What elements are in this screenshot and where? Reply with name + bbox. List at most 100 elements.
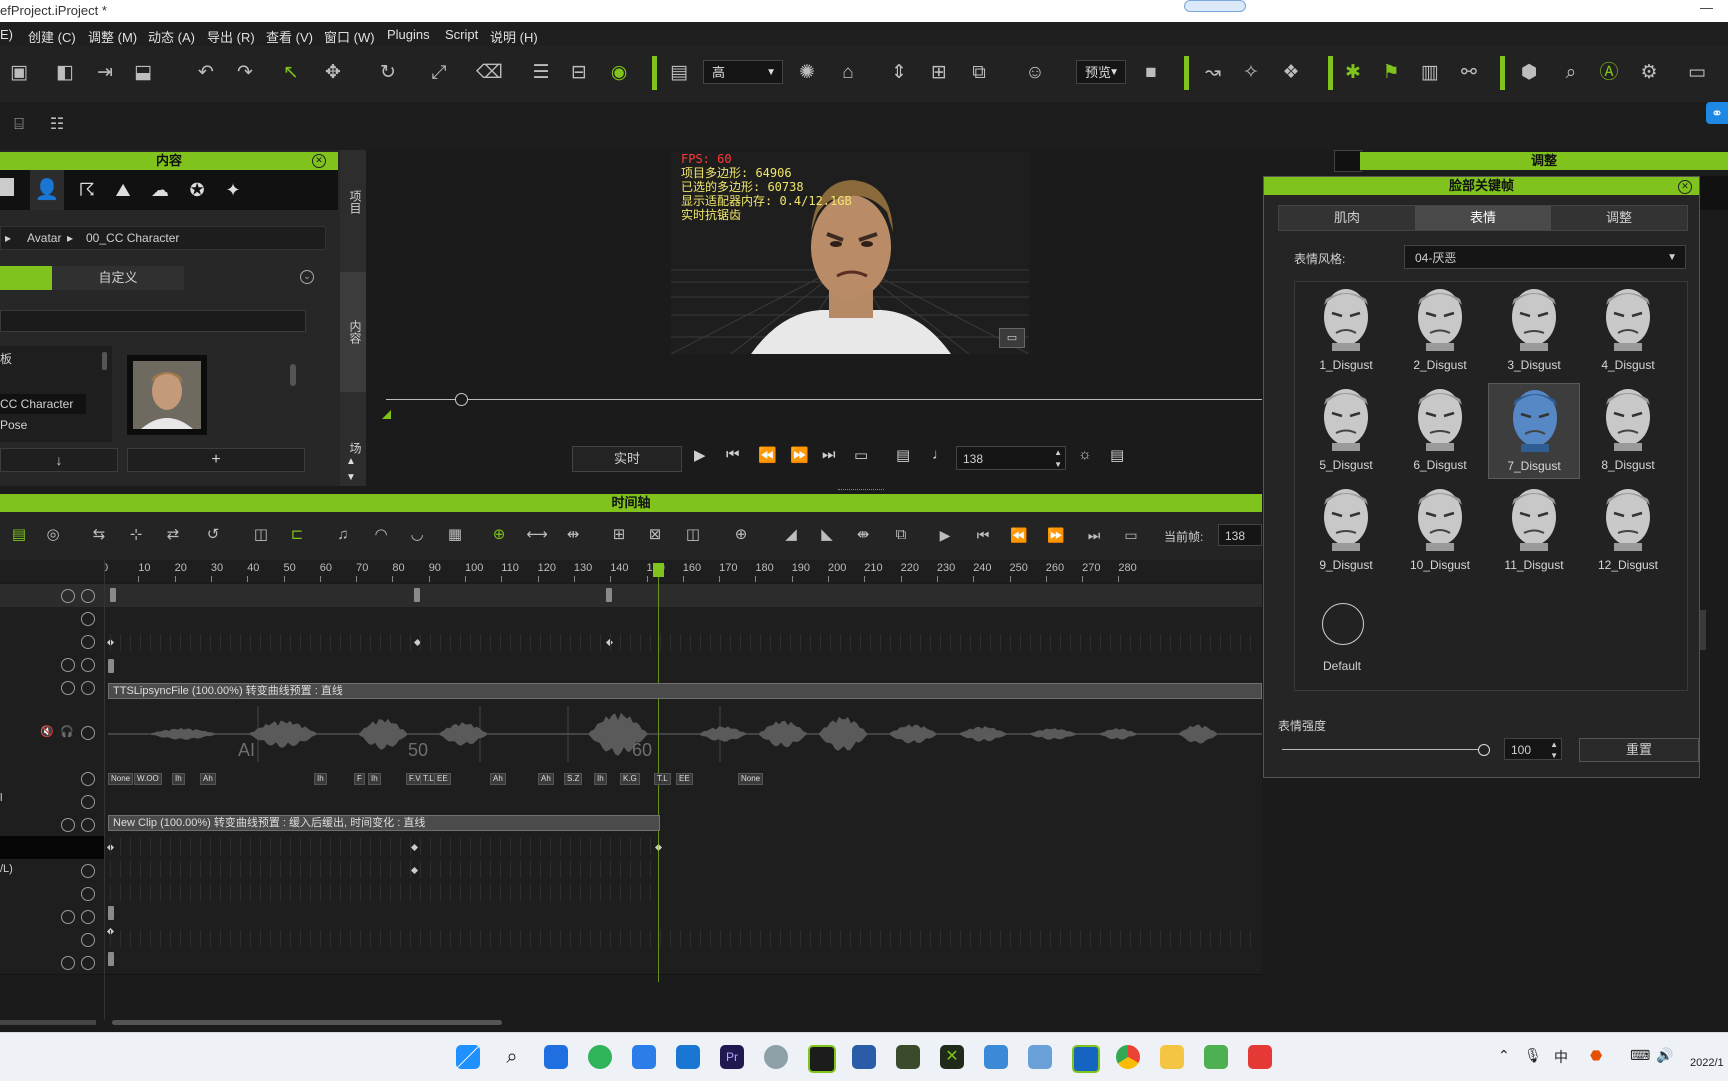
camera-switch-icon[interactable]: ⧉ (966, 60, 992, 86)
distribute-icon[interactable]: ⊟ (566, 60, 592, 86)
scene-category-icon[interactable]: ⛰ (108, 170, 138, 210)
tray-app-icon[interactable]: ⬣ (1590, 1047, 1602, 1064)
tab-project[interactable]: 项目 (342, 190, 364, 214)
range-fit-icon[interactable]: ⇼ (850, 522, 876, 548)
3d-viewport[interactable]: FPS: 60 项目多边形: 64906 已选的多边形: 60738 显示适配器… (671, 152, 1029, 354)
ime-indicator[interactable]: 中 (1554, 1047, 1568, 1067)
comment-icon[interactable]: ▭ (999, 328, 1025, 348)
play-icon[interactable]: ▶ (694, 446, 706, 464)
tab-adjust[interactable]: 调整 (1551, 206, 1687, 230)
viseme-label[interactable]: Ih (368, 773, 381, 785)
light-icon[interactable]: ✺ (794, 60, 820, 86)
eye-icon[interactable]: ◉ (606, 60, 632, 86)
zoom-icon[interactable]: ⌕ (1558, 60, 1584, 86)
scroll-down-icon[interactable]: ▼ (346, 472, 356, 483)
expand-icon[interactable] (61, 956, 75, 970)
viseme-label[interactable]: None (738, 773, 764, 785)
menu-modify[interactable]: 调整 (M) (88, 27, 137, 46)
task-view-icon[interactable] (544, 1045, 568, 1069)
expand-icon[interactable] (61, 818, 75, 832)
split-icon[interactable]: ◫ (680, 522, 706, 548)
viseme-label[interactable]: Ih (172, 773, 185, 785)
strength-input[interactable]: 100 ▲ ▼ (1504, 738, 1562, 760)
track-lane[interactable] (104, 905, 1263, 928)
viseme-label[interactable]: Ah (490, 773, 506, 785)
tree-item-selected[interactable]: CC Character (0, 394, 86, 414)
strength-slider-handle[interactable] (1478, 744, 1490, 756)
quality-select[interactable]: 高 ▼ (703, 60, 783, 84)
lips-edit-icon[interactable]: ◡ (404, 522, 430, 548)
character-thumbnail[interactable] (127, 355, 207, 435)
flag-icon[interactable]: ⚑ (1378, 60, 1404, 86)
shield-icon[interactable]: ⬢ (1516, 60, 1542, 86)
preview-select[interactable]: 预览 ▼ (1076, 60, 1126, 84)
clipboard-icon[interactable]: ▥ (1417, 60, 1443, 86)
rotate-icon[interactable]: ↻ (375, 60, 401, 86)
viseme-label[interactable]: Ih (314, 773, 327, 785)
frame-selected-icon[interactable]: ⊞ (926, 60, 952, 86)
key-right-icon[interactable]: ◣ (814, 522, 840, 548)
close-icon[interactable]: ✕ (1678, 180, 1692, 194)
prop-category-icon[interactable]: ☁ (145, 170, 175, 210)
motion-path-icon[interactable]: ↝ (1200, 60, 1226, 86)
time-slider-track[interactable] (386, 399, 1262, 400)
new-clip-bar[interactable]: New Clip (100.00%) 转变曲线预置 : 缓入后缓出, 时间变化 … (108, 815, 660, 831)
video-camera-icon[interactable]: ■ (1138, 60, 1164, 86)
timeline-v-scrollbar[interactable] (1700, 610, 1706, 650)
remove-track-icon[interactable] (81, 658, 95, 672)
panel-toggle[interactable] (1334, 150, 1362, 172)
add-key-icon[interactable]: ⊹ (123, 522, 149, 548)
track-list-scrollbar[interactable] (0, 1020, 96, 1025)
audio-waveform[interactable]: AI 50 60 (108, 706, 1262, 762)
tab-expression[interactable]: 表情 (1415, 206, 1551, 230)
app-icon[interactable] (1248, 1045, 1272, 1069)
tray-chevron-up-icon[interactable]: ⌃ (1498, 1047, 1510, 1064)
frame-input[interactable]: 138 ▲ ▼ (956, 446, 1066, 470)
keyframe-marker[interactable] (108, 952, 114, 966)
tl-step-back-icon[interactable]: ⏪ (1006, 522, 1032, 548)
track-lane[interactable] (104, 653, 1263, 676)
swap-icon[interactable]: ⇄ (160, 522, 186, 548)
app-icon[interactable] (1072, 1045, 1100, 1073)
search-pill[interactable] (1184, 0, 1246, 12)
expand-icon[interactable] (61, 658, 75, 672)
app-icon[interactable] (852, 1045, 876, 1069)
home-icon[interactable]: ⌂ (835, 60, 861, 86)
app-icon[interactable]: ✕ (940, 1045, 964, 1069)
app-icon[interactable] (1204, 1045, 1228, 1069)
fit-height-icon[interactable]: ⇕ (886, 60, 912, 86)
skip-end-icon[interactable]: ⏭ (822, 446, 836, 463)
network-icon[interactable]: ⌨ (1630, 1047, 1650, 1064)
remove-track-icon[interactable] (81, 772, 95, 786)
refresh-icon[interactable]: ↺ (200, 522, 226, 548)
insert-frames-icon[interactable]: ⊞ (606, 522, 632, 548)
music-note-icon[interactable]: ♩ (932, 446, 947, 463)
film-icon[interactable]: ▦ (442, 522, 468, 548)
step-back-icon[interactable]: ⏪ (758, 446, 777, 464)
tl-step-forward-icon[interactable]: ⏩ (1043, 522, 1069, 548)
media-category-icon[interactable]: ✪ (182, 170, 212, 210)
expand-icon[interactable] (61, 681, 75, 695)
scrollbar[interactable] (102, 352, 107, 370)
track-lane[interactable] (104, 584, 1263, 607)
app-icon[interactable] (896, 1045, 920, 1069)
default-expression-circle[interactable] (1322, 603, 1364, 645)
tl-skip-end-icon[interactable]: ⏭ (1081, 522, 1107, 548)
remove-track-icon[interactable] (81, 887, 95, 901)
delete-frames-icon[interactable]: ⊠ (642, 522, 668, 548)
mute-icon[interactable]: 🔇 (40, 725, 54, 738)
layout-icon[interactable]: ▤ (666, 60, 692, 86)
menu-export[interactable]: 导出 (R) (207, 27, 255, 46)
splitter-handle[interactable] (838, 489, 884, 493)
volume-icon[interactable]: 🔊 (1656, 1047, 1673, 1064)
person-motion-icon[interactable]: ✱ (1340, 60, 1366, 86)
expression-item-5[interactable]: 5_Disgust (1300, 383, 1392, 479)
playhead-marker[interactable] (653, 563, 664, 577)
track-list-icon[interactable]: ▤ (6, 522, 32, 548)
close-icon[interactable]: ✕ (312, 154, 326, 168)
tab-content[interactable]: 内容 (342, 320, 364, 344)
chrome-icon[interactable] (1116, 1045, 1140, 1069)
stretch-icon[interactable]: ⟷ (524, 522, 550, 548)
viseme-label[interactable]: K.G (620, 773, 640, 785)
a-icon[interactable]: Ⓐ (1596, 60, 1622, 86)
